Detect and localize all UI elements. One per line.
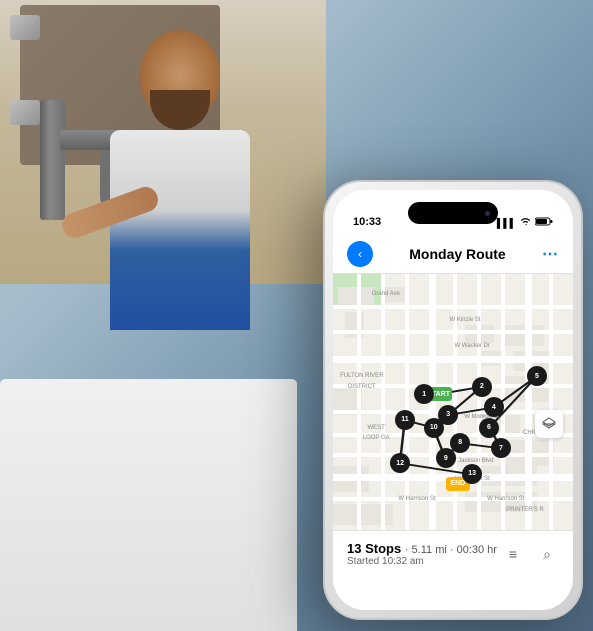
street-label-grand: Grand Ave (372, 291, 400, 297)
stops-count: 13 Stops · 5.11 mi · 00:30 hr (347, 541, 497, 556)
map-pin-10: 10 (424, 418, 444, 438)
map-pin-4: 4 (484, 397, 504, 417)
nav-title: Monday Route (409, 246, 505, 262)
street-label-harrison-l: W Harrison St (398, 496, 435, 502)
street-label-wacker: W Wacker Dr (454, 343, 489, 349)
district-label-fulton: FULTON RIVER (340, 373, 383, 379)
street-label-harrison-r: W Harrison St (487, 496, 524, 502)
map-pin-11: 11 (395, 410, 415, 430)
map-layer-button[interactable] (535, 410, 563, 438)
bottom-icons: ≡ ⌕ (501, 542, 559, 566)
map-pin-13: 13 (462, 464, 482, 484)
phone-device: 10:33 ▌▌▌ (323, 180, 583, 620)
pipe-vertical (40, 100, 65, 220)
map-pin-2: 2 (472, 377, 492, 397)
map-pin-5: 5 (527, 366, 547, 386)
district-label-loop: LOOP GA (363, 435, 390, 441)
map-pin-8: 8 (450, 433, 470, 453)
district-label-printers: PRINTER'S R (506, 507, 543, 513)
nav-bar: ‹ Monday Route ⋯ (333, 234, 573, 274)
back-button[interactable]: ‹ (347, 241, 373, 267)
wifi-icon (520, 217, 531, 228)
person-body (110, 130, 250, 330)
started-label: Started 10:32 am (347, 556, 497, 567)
di-camera-dot (485, 211, 490, 216)
more-button[interactable]: ⋯ (542, 244, 559, 264)
street-label-kinzie: W Kinzie St (449, 317, 480, 323)
search-icon[interactable]: ⌕ (535, 542, 559, 566)
status-time: 10:33 (353, 216, 381, 228)
map-area[interactable]: Grand Ave W Kinzie St W Wacker Dr FULTON… (333, 274, 573, 530)
cabinet-bottom (0, 379, 297, 631)
bottom-bar: 13 Stops · 5.11 mi · 00:30 hr Started 10… (333, 530, 573, 610)
map-pin-9: 9 (436, 448, 456, 468)
map-pin-6: 6 (479, 418, 499, 438)
menu-icon[interactable]: ≡ (501, 542, 525, 566)
route-line (333, 274, 573, 530)
map-pin-12: 12 (390, 453, 410, 473)
phone-frame: 10:33 ▌▌▌ (323, 180, 583, 620)
stops-info: 13 Stops · 5.11 mi · 00:30 hr Started 10… (347, 541, 497, 567)
map-pin-7: 7 (491, 438, 511, 458)
status-icons: ▌▌▌ (497, 217, 553, 228)
district-label-fulton2: DISTRICT (348, 384, 376, 390)
district-label-west: WEST (368, 425, 385, 431)
distance-label: · 5.11 mi · 00:30 hr (405, 544, 497, 556)
map-background: Grand Ave W Kinzie St W Wacker Dr FULTON… (333, 274, 573, 530)
dynamic-island (408, 202, 498, 224)
map-pin-1: 1 (414, 384, 434, 404)
battery-icon (535, 217, 553, 228)
stops-count-label: 13 Stops (347, 541, 401, 556)
bottom-info-row: 13 Stops · 5.11 mi · 00:30 hr Started 10… (347, 541, 559, 567)
phone-screen: 10:33 ▌▌▌ (333, 190, 573, 610)
signal-icon: ▌▌▌ (497, 218, 516, 228)
